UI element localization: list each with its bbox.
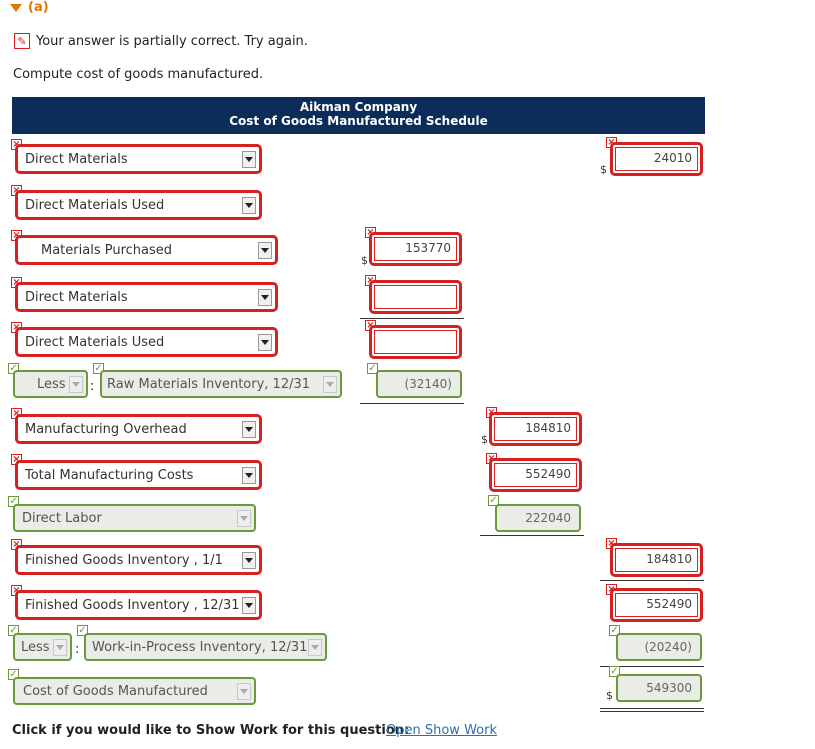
chevron-down-icon [308,638,322,656]
row-label-select[interactable]: Work-in-Process Inventory, 12/31 [84,633,327,661]
chevron-down-icon [53,638,67,656]
dollar-sign: $ [600,163,607,176]
amount-input[interactable]: 24010 [611,143,702,175]
chevron-down-icon [242,420,256,438]
total-double-rule [600,708,704,712]
subtotal-rule [360,318,464,319]
amount-input[interactable]: 184810 [490,413,581,445]
subtotal-rule [600,580,704,581]
row-label-select[interactable]: Finished Goods Inventory , 1/1 [16,546,261,574]
row-label-select[interactable]: Total Manufacturing Costs [16,461,261,489]
row-label-select[interactable]: Direct Materials Used [16,191,261,219]
amount-input[interactable]: (20240) [616,633,702,661]
chevron-down-icon [242,551,256,569]
chevron-down-icon [242,596,256,614]
schedule-title: Cost of Goods Manufactured Schedule [229,114,488,128]
chevron-down-icon [237,682,251,700]
row-label-select[interactable]: Manufacturing Overhead [16,415,261,443]
status-text: Your answer is partially correct. Try ag… [36,33,308,49]
amount-input[interactable]: 549300 [616,674,702,702]
schedule-header: Aikman Company Cost of Goods Manufacture… [12,97,705,134]
row-label-select[interactable]: Cost of Goods Manufactured [13,677,256,705]
chevron-down-icon [242,196,256,214]
show-work-prompt: Click if you would like to Show Work for… [12,723,410,738]
part-a-header[interactable]: (a) [10,0,49,15]
less-select[interactable]: Less [13,370,88,398]
chevron-down-icon [242,150,256,168]
amount-input[interactable] [370,326,461,358]
row-label-select[interactable]: Direct Materials [16,145,261,173]
chevron-down-icon [258,241,272,259]
chevron-down-icon [237,509,251,527]
chevron-down-icon [323,375,337,393]
chevron-down-icon [69,375,83,393]
row-label-select[interactable]: Materials Purchased [16,236,277,264]
open-show-work-link[interactable]: Open Show Work [386,723,497,738]
dollar-sign: $ [606,689,613,702]
edit-pencil-icon: ✎ [14,33,30,49]
row-label-select[interactable]: Direct Labor [13,504,256,532]
row-label-select[interactable]: Raw Materials Inventory, 12/31 [100,370,342,398]
dollar-sign: $ [361,254,368,267]
chevron-down-icon [258,288,272,306]
colon-separator: : [75,642,80,657]
instruction-text: Compute cost of goods manufactured. [13,67,264,82]
amount-input[interactable]: 153770 [370,233,461,265]
amount-input[interactable]: 184810 [611,544,702,576]
answer-status: ✎ Your answer is partially correct. Try … [14,33,308,49]
row-label-select[interactable]: Direct Materials Used [16,328,277,356]
chevron-down-icon [258,333,272,351]
company-name: Aikman Company [299,100,418,114]
amount-input[interactable] [370,281,461,313]
part-label: (a) [28,0,49,15]
less-select[interactable]: Less [13,633,72,661]
row-label-select[interactable]: Finished Goods Inventory , 12/31 [16,591,261,619]
amount-input[interactable]: (32140) [376,370,462,398]
amount-input[interactable]: 552490 [611,589,702,621]
amount-input[interactable]: 222040 [495,504,581,532]
amount-input[interactable]: 552490 [490,459,581,491]
row-label-select[interactable]: Direct Materials [16,283,277,311]
colon-separator: : [90,379,95,394]
subtotal-rule [360,403,464,404]
chevron-down-icon [242,466,256,484]
collapse-triangle-icon [10,3,22,12]
subtotal-rule [480,535,584,536]
dollar-sign: $ [481,433,488,446]
